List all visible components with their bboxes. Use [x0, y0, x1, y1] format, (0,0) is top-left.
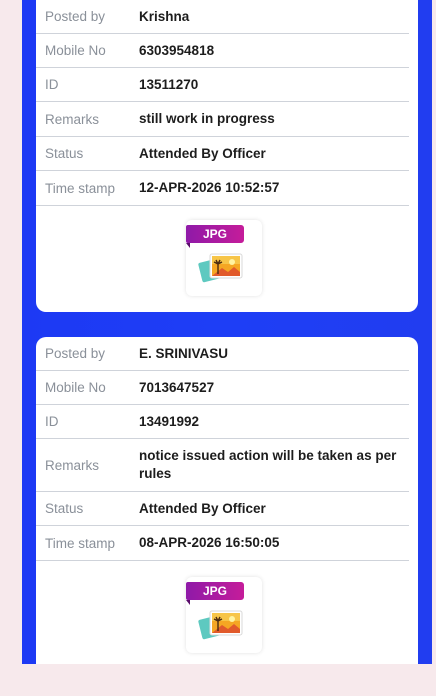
timestamp-label: Time stamp	[45, 180, 116, 196]
row-status: Status Attended By Officer	[36, 137, 409, 171]
posted-by-label: Posted by	[45, 9, 106, 24]
status-label: Status	[45, 501, 84, 516]
remarks-value: still work in progress	[139, 111, 275, 126]
jpg-attachment[interactable]: JPG	[186, 220, 262, 296]
image-thumbnail-icon	[198, 253, 243, 283]
id-label: ID	[45, 77, 59, 92]
row-mobile: Mobile No 6303954818	[36, 34, 409, 68]
row-remarks: Remarks still work in progress	[36, 102, 409, 137]
jpg-attachment[interactable]: JPG	[186, 577, 262, 653]
id-label: ID	[45, 414, 59, 429]
row-mobile: Mobile No 7013647527	[36, 371, 409, 405]
remarks-label: Remarks	[45, 111, 100, 127]
complaints-panel: Posted by Krishna Mobile No 6303954818 I…	[22, 0, 432, 664]
mobile-label: Mobile No	[45, 43, 106, 58]
timestamp-value: 08-APR-2026 16:50:05	[139, 535, 280, 550]
status-value: Attended By Officer	[139, 500, 266, 516]
posted-by-label: Posted by	[45, 346, 106, 361]
status-value: Attended By Officer	[139, 145, 266, 161]
row-status: Status Attended By Officer	[36, 492, 409, 526]
timestamp-label: Time stamp	[45, 535, 116, 551]
row-remarks: Remarks notice issued action will be tak…	[36, 439, 409, 492]
jpg-file-icon: JPG	[186, 225, 244, 248]
mobile-label: Mobile No	[45, 380, 106, 395]
image-thumbnail-icon	[198, 610, 243, 640]
mobile-value[interactable]: 6303954818	[139, 42, 409, 60]
id-value: 13491992	[139, 413, 200, 429]
row-timestamp: Time stamp 12-APR-2026 10:52:57	[36, 171, 409, 206]
remarks-value: notice issued action will be taken as pe…	[139, 448, 397, 481]
row-id: ID 13491992	[36, 405, 409, 439]
id-value: 13511270	[139, 76, 199, 92]
jpg-file-icon: JPG	[186, 582, 244, 605]
row-id: ID 13511270	[36, 68, 409, 102]
row-posted-by: Posted by E. SRINIVASU	[36, 337, 409, 371]
complaint-card[interactable]: Posted by Krishna Mobile No 6303954818 I…	[36, 0, 418, 312]
timestamp-value: 12-APR-2026 10:52:57	[139, 180, 280, 195]
posted-by-value: Krishna	[139, 8, 190, 24]
complaint-card[interactable]: Posted by E. SRINIVASU Mobile No 7013647…	[36, 337, 418, 664]
row-timestamp: Time stamp 08-APR-2026 16:50:05	[36, 526, 409, 561]
posted-by-value: E. SRINIVASU	[139, 345, 229, 361]
remarks-label: Remarks	[45, 457, 100, 473]
mobile-value[interactable]: 7013647527	[139, 379, 409, 397]
row-posted-by: Posted by Krishna	[36, 0, 409, 34]
status-label: Status	[45, 146, 84, 161]
